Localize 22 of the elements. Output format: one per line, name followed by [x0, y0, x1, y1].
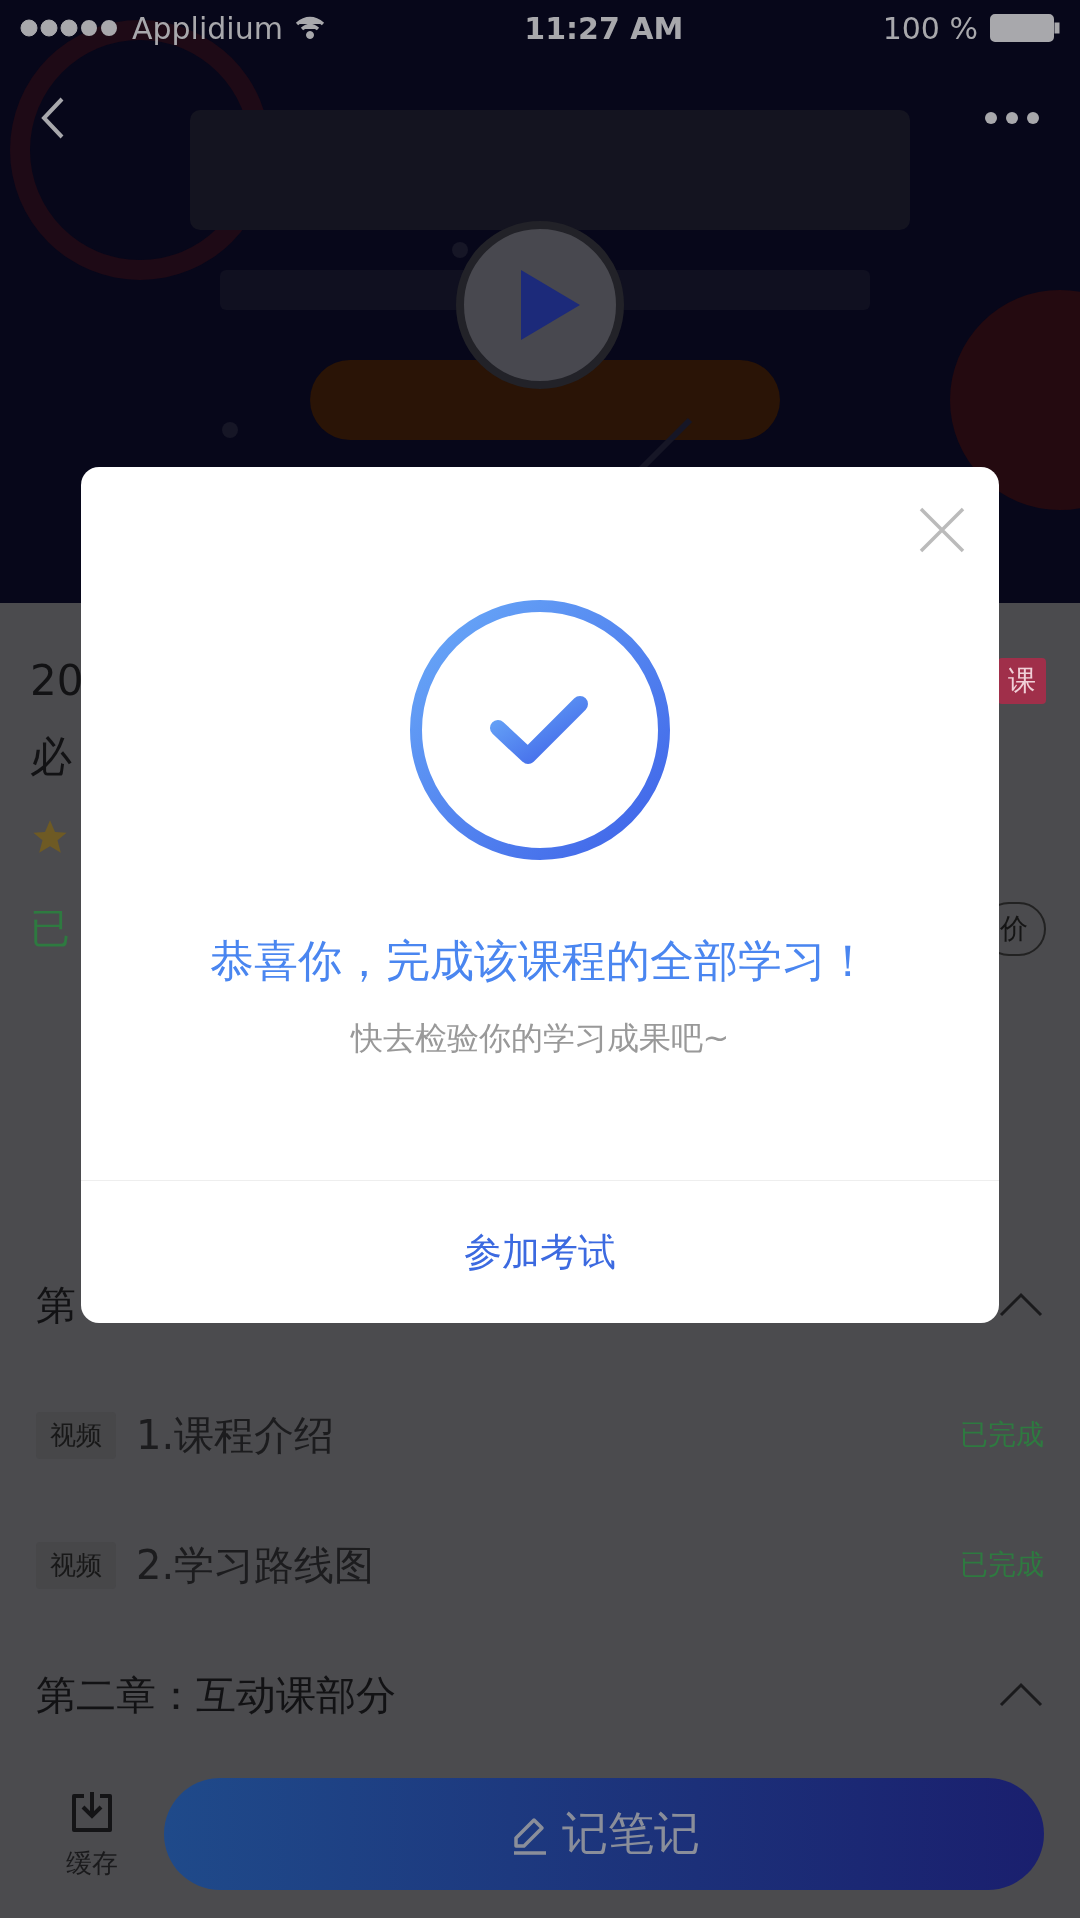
- dialog-subtitle: 快去检验你的学习成果吧~: [350, 1018, 730, 1059]
- carrier-name: Applidium: [132, 10, 283, 46]
- chevron-icon[interactable]: [998, 1292, 1044, 1318]
- chevron-icon[interactable]: [998, 1682, 1044, 1708]
- chapter-title: 第二章：互动课部分: [36, 1670, 396, 1720]
- battery-percent: 100 %: [882, 10, 978, 46]
- wifi-icon: [294, 16, 325, 40]
- battery-icon: [990, 14, 1060, 42]
- back-icon[interactable]: [40, 96, 66, 140]
- dialog-title: 恭喜你，完成该课程的全部学习！: [210, 934, 870, 988]
- course-tag: 课: [998, 658, 1046, 704]
- note-button[interactable]: 记笔记: [164, 1778, 1044, 1890]
- exam-button[interactable]: 参加考试: [81, 1180, 999, 1323]
- play-button[interactable]: [455, 220, 625, 390]
- course-title: 20: [30, 655, 84, 707]
- clock: 11:27 AM: [524, 10, 684, 46]
- signal-icon: [20, 19, 120, 37]
- course-title: 必: [30, 731, 72, 783]
- chapter-title: 第: [36, 1280, 76, 1330]
- close-icon[interactable]: [919, 507, 965, 553]
- more-icon[interactable]: [984, 111, 1040, 125]
- check-circle-icon: [408, 598, 672, 862]
